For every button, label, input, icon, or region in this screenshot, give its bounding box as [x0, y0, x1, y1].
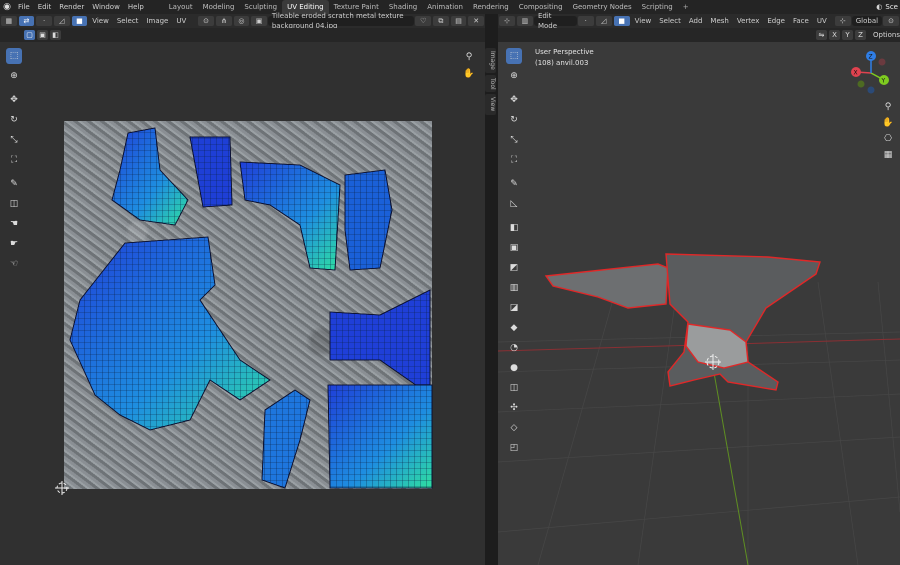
vp-transform-tool-icon[interactable]: ⛶	[506, 152, 522, 168]
side-tab-tool[interactable]: Tool	[485, 74, 496, 93]
vp-scale-tool-icon[interactable]: ⤡	[506, 132, 522, 148]
uv-cursor-icon	[55, 481, 69, 495]
axis-z-toggle[interactable]: Z	[854, 30, 866, 40]
viewport-editor-type-icon[interactable]: ⊹	[499, 16, 515, 26]
viewport-toolbar: ⬚ ⊕ ✥ ↻ ⤡ ⛶ ✎ ◺ ◧ ▣ ◩ ▥ ◪ ◆ ◔ ● ◫ ✣ ◇ ◰	[505, 48, 523, 460]
vp-menu-edge[interactable]: Edge	[763, 14, 789, 28]
side-tab-view[interactable]: View	[485, 94, 496, 115]
viewport-subheader: ⇋ X Y Z Options	[498, 28, 900, 42]
vertex-mode-icon[interactable]: ·	[577, 16, 594, 26]
smooth-tool-icon[interactable]: ●	[506, 360, 522, 376]
vp-menu-vertex[interactable]: Vertex	[733, 14, 764, 28]
viewport-perspective-label: User Perspective	[535, 48, 594, 56]
viewport-header: ⊹ ▥ Edit Mode · ◿ ■ View Select Add Mesh…	[498, 12, 900, 30]
navigation-gizmo[interactable]: X Y Z	[846, 48, 896, 98]
orientation-icon[interactable]: ⊹	[834, 16, 851, 26]
pivot-point-icon[interactable]: ⊙	[883, 16, 900, 26]
viewport-scene	[498, 253, 900, 565]
uv-islands[interactable]	[0, 0, 485, 565]
camera-view-icon[interactable]: ⎔	[881, 132, 895, 146]
scene-name: Sce	[885, 3, 898, 11]
loop-cut-tool-icon[interactable]: ▥	[506, 280, 522, 296]
axis-y-toggle[interactable]: Y	[841, 30, 853, 40]
extrude-tool-icon[interactable]: ◧	[506, 220, 522, 236]
face-mode-icon[interactable]: ■	[613, 16, 630, 26]
vp-menu-add[interactable]: Add	[685, 14, 707, 28]
vp-menu-view[interactable]: View	[631, 14, 656, 28]
vp-annotate-tool-icon[interactable]: ✎	[506, 176, 522, 192]
scene-icon: ◐	[876, 3, 883, 11]
vp-menu-face[interactable]: Face	[789, 14, 813, 28]
gizmo-x-label: X	[854, 70, 858, 77]
knife-tool-icon[interactable]: ◪	[506, 300, 522, 316]
mirror-icon[interactable]: ⇋	[815, 30, 827, 40]
bevel-tool-icon[interactable]: ◩	[506, 260, 522, 276]
shrink-fatten-tool-icon[interactable]: ✣	[506, 400, 522, 416]
vp-menu-uv[interactable]: UV	[813, 14, 831, 28]
gizmo-z-label: Z	[869, 54, 873, 61]
vp-pan-hand-icon[interactable]: ✋	[881, 116, 895, 130]
poly-build-tool-icon[interactable]: ◆	[506, 320, 522, 336]
shear-tool-icon[interactable]: ◇	[506, 420, 522, 436]
spin-tool-icon[interactable]: ◔	[506, 340, 522, 356]
vp-menu-mesh[interactable]: Mesh	[706, 14, 732, 28]
rip-region-tool-icon[interactable]: ◰	[506, 440, 522, 456]
ortho-toggle-icon[interactable]: ▦	[881, 148, 895, 162]
edge-slide-tool-icon[interactable]: ◫	[506, 380, 522, 396]
scene-selector[interactable]: ◐ Sce	[876, 0, 900, 14]
uv-side-tabs: Image Tool View	[485, 48, 497, 117]
viewport-object-label: (108) anvil.003	[535, 59, 589, 67]
mode-dropdown[interactable]: Edit Mode	[533, 12, 577, 30]
options-dropdown[interactable]: Options	[873, 31, 900, 39]
axis-x-toggle[interactable]: X	[828, 30, 840, 40]
inset-tool-icon[interactable]: ▣	[506, 240, 522, 256]
side-tab-image[interactable]: Image	[485, 48, 496, 73]
vp-menu-select[interactable]: Select	[655, 14, 685, 28]
vp-select-box-tool-icon[interactable]: ⬚	[506, 48, 522, 64]
vp-cursor-tool-icon[interactable]: ⊕	[506, 68, 522, 84]
gizmo-y-label: Y	[881, 78, 886, 85]
vp-measure-tool-icon[interactable]: ◺	[506, 196, 522, 212]
tab-geometry-nodes[interactable]: Geometry Nodes	[568, 0, 637, 14]
edge-mode-icon[interactable]: ◿	[595, 16, 612, 26]
vp-rotate-tool-icon[interactable]: ↻	[506, 112, 522, 128]
add-workspace-icon[interactable]: +	[678, 0, 694, 14]
vp-zoom-icon[interactable]: ⚲	[881, 100, 895, 114]
mode-icon[interactable]: ▥	[516, 16, 533, 26]
vp-move-tool-icon[interactable]: ✥	[506, 92, 522, 108]
tab-scripting[interactable]: Scripting	[637, 0, 678, 14]
orientation-dropdown[interactable]: Global	[851, 16, 883, 26]
